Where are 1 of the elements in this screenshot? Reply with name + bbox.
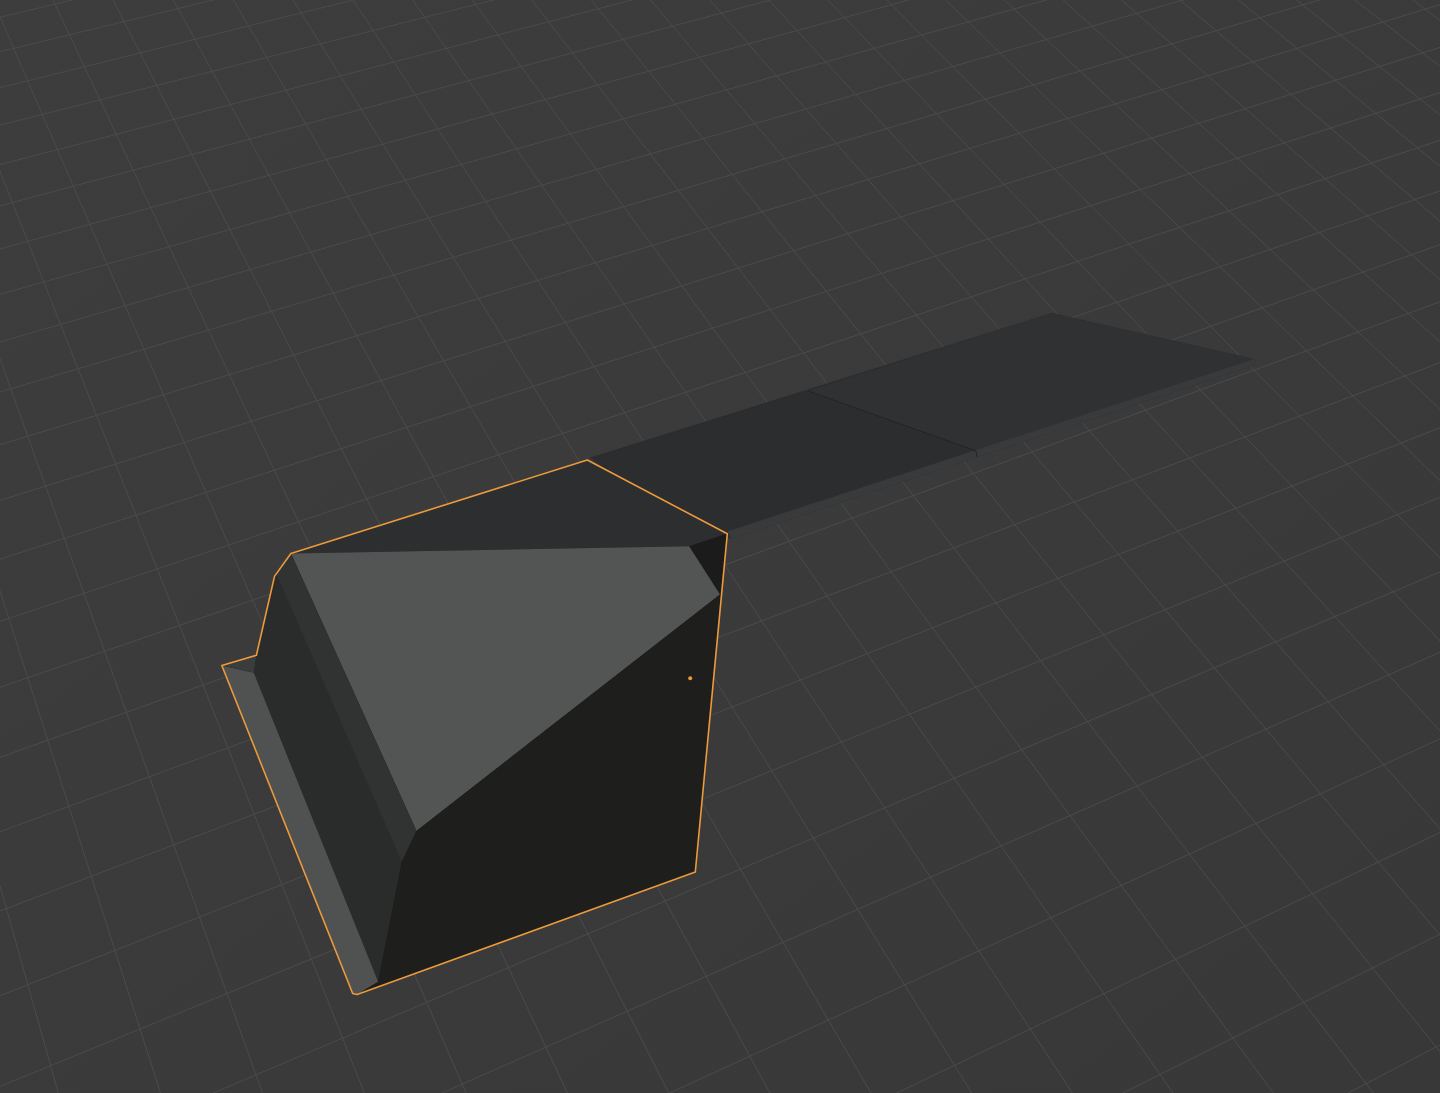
origin-dot-icon xyxy=(688,676,693,681)
